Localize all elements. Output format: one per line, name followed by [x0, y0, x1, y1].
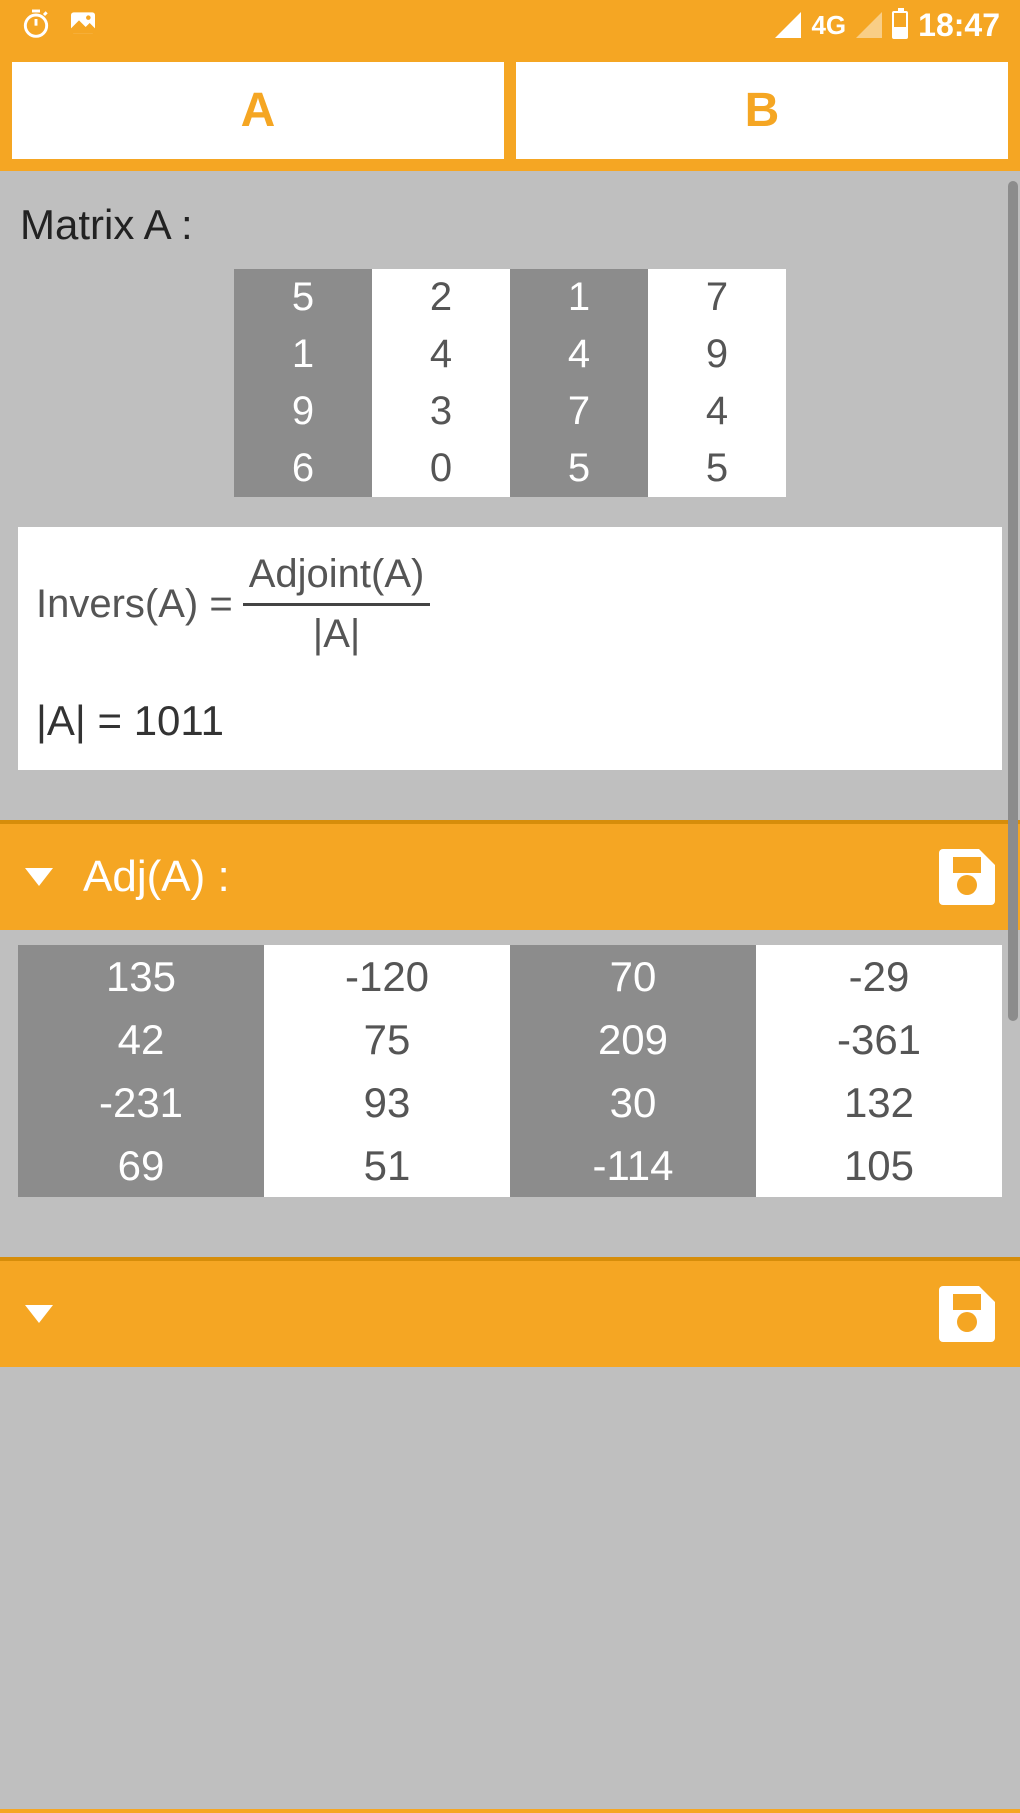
matrix-cell: 4	[372, 326, 510, 383]
matrix-cell: 93	[264, 1071, 510, 1134]
chevron-down-icon	[25, 1305, 53, 1323]
scrollbar[interactable]	[1008, 181, 1018, 1021]
tab-b[interactable]: B	[516, 62, 1008, 159]
matrix-cell: 105	[756, 1134, 1002, 1197]
matrix-cell: -29	[756, 945, 1002, 1008]
matrix-cell: 3	[372, 383, 510, 440]
formula-fraction: Adjoint(A) |A|	[243, 552, 431, 657]
save-icon[interactable]	[939, 849, 995, 905]
matrix-cell: 51	[264, 1134, 510, 1197]
chevron-down-icon	[25, 868, 53, 886]
next-section-header[interactable]: .	[0, 1257, 1020, 1367]
matrix-cell: 1	[510, 269, 648, 326]
determinant-value: |A| = 1011	[36, 697, 984, 745]
content-scroll[interactable]: Matrix A : 5 2 1 7 1 4 4 9 9 3 7 4 6 0 5…	[0, 171, 1020, 1809]
save-icon[interactable]	[939, 1286, 995, 1342]
matrix-cell: -114	[510, 1134, 756, 1197]
formula-box: Invers(A) = Adjoint(A) |A| |A| = 1011	[18, 527, 1002, 770]
matrix-cell: 30	[510, 1071, 756, 1134]
matrix-cell: 9	[234, 383, 372, 440]
image-icon	[67, 7, 99, 44]
formula-denominator: |A|	[243, 606, 431, 657]
formula-lhs: Invers(A) =	[36, 582, 233, 627]
adj-matrix-table: 135 -120 70 -29 42 75 209 -361 -231 93 3…	[18, 945, 1002, 1197]
matrix-cell: -231	[18, 1071, 264, 1134]
clock: 18:47	[918, 7, 1000, 44]
matrix-cell: 2	[372, 269, 510, 326]
adj-title: Adj(A) :	[83, 852, 230, 902]
matrix-cell: 4	[648, 383, 786, 440]
matrix-cell: 4	[510, 326, 648, 383]
matrix-cell: 9	[648, 326, 786, 383]
matrix-a-label: Matrix A :	[0, 171, 1020, 269]
matrix-cell: 5	[648, 440, 786, 497]
matrix-a-table: 5 2 1 7 1 4 4 9 9 3 7 4 6 0 5 5	[234, 269, 786, 497]
matrix-cell: -120	[264, 945, 510, 1008]
matrix-cell: 69	[18, 1134, 264, 1197]
matrix-cell: 70	[510, 945, 756, 1008]
matrix-cell: 132	[756, 1071, 1002, 1134]
tab-bar: A B	[0, 50, 1020, 171]
matrix-cell: 209	[510, 1008, 756, 1071]
matrix-cell: 0	[372, 440, 510, 497]
matrix-cell: 6	[234, 440, 372, 497]
matrix-cell: 7	[648, 269, 786, 326]
tab-a[interactable]: A	[12, 62, 504, 159]
matrix-cell: 75	[264, 1008, 510, 1071]
signal-icon	[775, 12, 801, 38]
matrix-cell: 7	[510, 383, 648, 440]
adj-section-header[interactable]: Adj(A) :	[0, 820, 1020, 930]
network-label: 4G	[811, 10, 846, 41]
status-bar: 4G 18:47	[0, 0, 1020, 50]
matrix-cell: -361	[756, 1008, 1002, 1071]
matrix-cell: 42	[18, 1008, 264, 1071]
formula-numerator: Adjoint(A)	[243, 552, 431, 606]
matrix-cell: 5	[510, 440, 648, 497]
stopwatch-icon	[20, 7, 52, 44]
matrix-cell: 5	[234, 269, 372, 326]
battery-icon	[892, 11, 908, 39]
signal-icon-secondary	[856, 12, 882, 38]
matrix-cell: 1	[234, 326, 372, 383]
matrix-cell: 135	[18, 945, 264, 1008]
